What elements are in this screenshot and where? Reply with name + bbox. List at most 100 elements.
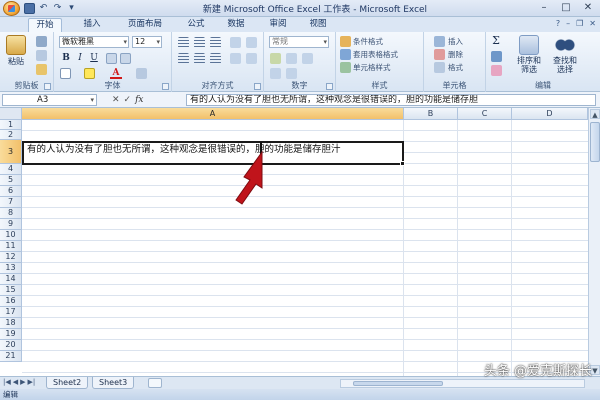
format-cells-button[interactable]: 格式 bbox=[448, 62, 463, 73]
fill-handle[interactable] bbox=[400, 161, 405, 166]
percent-icon[interactable] bbox=[286, 53, 297, 64]
cancel-entry-icon[interactable]: ✕ bbox=[112, 95, 120, 105]
row-header-14[interactable]: 14 bbox=[0, 274, 22, 285]
number-format-combo[interactable]: 常规 bbox=[269, 36, 329, 48]
clear-icon[interactable] bbox=[491, 65, 502, 76]
vertical-scrollbar[interactable]: ▲ ▼ bbox=[588, 108, 600, 376]
underline-button[interactable]: U bbox=[88, 52, 100, 64]
column-header-a[interactable]: A bbox=[22, 108, 404, 120]
row-header-17[interactable]: 17 bbox=[0, 307, 22, 318]
fill-icon[interactable] bbox=[491, 51, 502, 62]
align-center-icon[interactable] bbox=[194, 53, 205, 64]
shrink-font-icon[interactable] bbox=[120, 53, 131, 64]
row-header-5[interactable]: 5 bbox=[0, 175, 22, 186]
sort-filter-button[interactable]: 排序和筛选 bbox=[512, 35, 546, 74]
office-button[interactable] bbox=[3, 1, 20, 16]
row-header-2[interactable]: 2 bbox=[0, 130, 22, 140]
undo-icon[interactable]: ↶ bbox=[38, 3, 49, 14]
column-header-b[interactable]: B bbox=[404, 108, 458, 120]
fill-color-icon[interactable] bbox=[84, 68, 95, 79]
tab-insert[interactable]: 插入 bbox=[78, 18, 106, 32]
cell-styles-button[interactable]: 单元格样式 bbox=[353, 62, 391, 73]
row-header-4[interactable]: 4 bbox=[0, 164, 22, 175]
help-icon[interactable]: ? bbox=[556, 19, 560, 28]
row-header-11[interactable]: 11 bbox=[0, 241, 22, 252]
customize-toolbar-icon[interactable]: ▾ bbox=[66, 3, 77, 14]
copy-icon[interactable] bbox=[36, 50, 47, 61]
font-name-combo[interactable]: 微软雅黑 bbox=[59, 36, 129, 48]
font-size-combo[interactable]: 12 bbox=[132, 36, 162, 48]
row-header-6[interactable]: 6 bbox=[0, 186, 22, 197]
row-header-20[interactable]: 20 bbox=[0, 340, 22, 351]
align-left-icon[interactable] bbox=[178, 53, 189, 64]
tab-home[interactable]: 开始 bbox=[28, 18, 62, 32]
name-box[interactable]: A3 bbox=[2, 94, 97, 106]
row-header-15[interactable]: 15 bbox=[0, 285, 22, 296]
autosum-icon[interactable]: Σ bbox=[490, 35, 502, 47]
horizontal-scrollbar[interactable] bbox=[340, 379, 585, 388]
row-header-16[interactable]: 16 bbox=[0, 296, 22, 307]
row-header-18[interactable]: 18 bbox=[0, 318, 22, 329]
find-select-button[interactable]: 查找和选择 bbox=[548, 35, 582, 74]
column-header-c[interactable]: C bbox=[458, 108, 512, 120]
prev-sheet-icon[interactable]: ◀ bbox=[13, 378, 18, 386]
table-format-button[interactable]: 套用表格格式 bbox=[353, 49, 398, 60]
number-launcher-icon[interactable] bbox=[326, 83, 333, 90]
clipboard-launcher-icon[interactable] bbox=[44, 83, 51, 90]
column-header-d[interactable]: D bbox=[512, 108, 588, 120]
row-header-21[interactable]: 21 bbox=[0, 351, 22, 362]
row-header-12[interactable]: 12 bbox=[0, 252, 22, 263]
insert-sheet-icon[interactable] bbox=[148, 378, 162, 388]
row-header-8[interactable]: 8 bbox=[0, 208, 22, 219]
phonetic-icon[interactable] bbox=[136, 68, 147, 79]
cut-icon[interactable] bbox=[36, 36, 47, 47]
font-color-icon[interactable]: A bbox=[110, 67, 122, 79]
horizontal-scroll-thumb[interactable] bbox=[353, 381, 443, 386]
italic-button[interactable]: I bbox=[74, 52, 86, 64]
row-header-7[interactable]: 7 bbox=[0, 197, 22, 208]
align-middle-icon[interactable] bbox=[194, 37, 205, 48]
comma-style-icon[interactable] bbox=[302, 53, 313, 64]
tab-formulas[interactable]: 公式 bbox=[182, 18, 210, 32]
tab-view[interactable]: 视图 bbox=[304, 18, 332, 32]
row-header-10[interactable]: 10 bbox=[0, 230, 22, 241]
currency-icon[interactable] bbox=[270, 53, 281, 64]
close-icon[interactable]: ✕ bbox=[580, 1, 596, 15]
doc-minimize-icon[interactable]: – bbox=[566, 19, 570, 28]
merge-center-icon[interactable] bbox=[246, 53, 257, 64]
vertical-scroll-thumb[interactable] bbox=[590, 122, 600, 162]
row-header-9[interactable]: 9 bbox=[0, 219, 22, 230]
save-icon[interactable] bbox=[24, 3, 35, 14]
redo-icon[interactable]: ↷ bbox=[52, 3, 63, 14]
borders-icon[interactable] bbox=[60, 68, 71, 79]
align-bottom-icon[interactable] bbox=[210, 37, 221, 48]
font-launcher-icon[interactable] bbox=[162, 83, 169, 90]
doc-close-icon[interactable]: ✕ bbox=[589, 19, 596, 28]
tab-page-layout[interactable]: 页面布局 bbox=[122, 18, 168, 32]
select-all-corner[interactable] bbox=[0, 108, 22, 120]
format-painter-icon[interactable] bbox=[36, 64, 47, 75]
row-header-13[interactable]: 13 bbox=[0, 263, 22, 274]
conditional-format-button[interactable]: 条件格式 bbox=[353, 36, 383, 47]
delete-cells-button[interactable]: 删除 bbox=[448, 49, 463, 60]
row-header-1[interactable]: 1 bbox=[0, 120, 22, 130]
row-header-19[interactable]: 19 bbox=[0, 329, 22, 340]
sheet-tab-sheet3[interactable]: Sheet3 bbox=[92, 377, 135, 389]
wrap-text-icon[interactable] bbox=[246, 37, 257, 48]
formula-input[interactable]: 有的人认为没有了胆也无所谓，这种观念是很错误的，胆的功能是储存胆 bbox=[186, 94, 596, 106]
sheet-tab-sheet2[interactable]: Sheet2 bbox=[46, 377, 89, 389]
last-sheet-icon[interactable]: ▶| bbox=[28, 378, 36, 386]
first-sheet-icon[interactable]: |◀ bbox=[3, 378, 11, 386]
decrease-decimal-icon[interactable] bbox=[286, 68, 297, 79]
alignment-launcher-icon[interactable] bbox=[254, 83, 261, 90]
confirm-entry-icon[interactable]: ✓ bbox=[124, 95, 132, 105]
maximize-icon[interactable]: □ bbox=[558, 1, 574, 15]
bold-button[interactable]: B bbox=[60, 52, 72, 64]
orientation-icon[interactable] bbox=[230, 37, 241, 48]
grow-font-icon[interactable] bbox=[106, 53, 117, 64]
indent-icon[interactable] bbox=[230, 53, 241, 64]
align-right-icon[interactable] bbox=[210, 53, 221, 64]
increase-decimal-icon[interactable] bbox=[270, 68, 281, 79]
next-sheet-icon[interactable]: ▶ bbox=[20, 378, 25, 386]
minimize-icon[interactable]: – bbox=[536, 1, 552, 15]
